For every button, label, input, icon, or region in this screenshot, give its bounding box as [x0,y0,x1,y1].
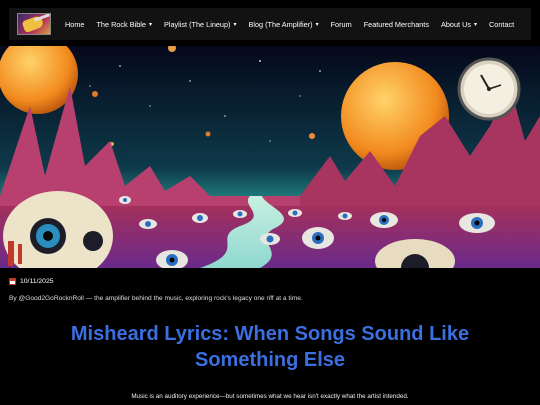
guitar-logo-icon[interactable] [17,13,51,35]
surreal-landscape-illustration [0,46,540,268]
chevron-down-icon: ▾ [474,21,478,28]
chevron-down-icon: ▾ [148,21,152,28]
nav-item-forum[interactable]: Forum [331,20,352,29]
nav-item-rock-bible[interactable]: The Rock Bible ▾ [96,20,152,29]
nav-item-label: Home [65,19,85,29]
nav-item-label: The Rock Bible [96,19,146,29]
nav-item-label: Playlist (The Lineup) [163,19,231,29]
nav-item-contact[interactable]: Contact [489,20,514,29]
post-intro: Music is an auditory experience—but some… [131,393,409,400]
hero-image [0,46,540,268]
top-bar: Home The Rock Bible ▾ Playlist (The Lineu… [0,0,540,46]
calendar-icon [9,278,16,285]
nav-item-label: Featured Merchants [363,19,429,29]
nav-item-featured-merchants[interactable]: Featured Merchants [364,20,429,29]
nav-item-home[interactable]: Home [65,20,84,29]
nav-item-blog[interactable]: Blog (The Amplifier) ▾ [249,20,319,29]
nav-item-label: Forum [330,19,352,29]
nav-item-about-us[interactable]: About Us ▾ [441,20,477,29]
post-date-text: 10/11/2025 [20,278,54,285]
chevron-down-icon: ▾ [233,21,237,28]
nav-item-label: Contact [489,19,515,29]
nav-item-playlist[interactable]: Playlist (The Lineup) ▾ [164,20,237,29]
nav-item-label: Blog (The Amplifier) [248,19,313,29]
main-menu: Home The Rock Bible ▾ Playlist (The Lineu… [65,20,526,29]
nav-item-label: About Us [441,19,472,29]
chevron-down-icon: ▾ [315,21,319,28]
post-byline: By @Good2GoRocknRoll — the amplifier beh… [9,295,303,302]
post-date: 10/11/2025 [9,278,54,285]
navigation-bar: Home The Rock Bible ▾ Playlist (The Lineu… [9,8,531,40]
post-title: Misheard Lyrics: When Songs Sound Like S… [70,323,470,371]
